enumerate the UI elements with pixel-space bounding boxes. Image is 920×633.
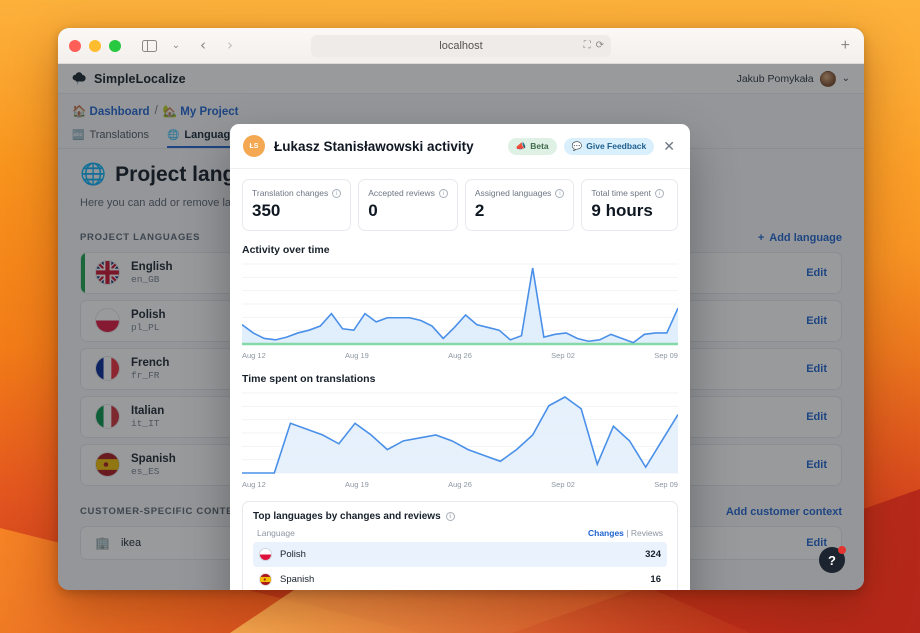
axis-tick-label: Aug 26 [448,351,472,360]
stat-accepted-reviews: Accepted reviews i 0 [358,179,458,231]
axis-tick-label: Aug 12 [242,351,266,360]
app-viewport: SimpleLocalize Jakub Pomykała ⌄ 🏠 Dashbo… [58,64,864,590]
chart-title-activity: Activity over time [242,244,330,256]
chart-time-spent: Aug 12 Aug 19 Aug 26 Sep 02 Sep 09 [242,389,678,489]
forward-button[interactable]: › [218,35,242,57]
reload-icon[interactable]: ⟳ [596,40,604,51]
axis-tick-label: Sep 02 [551,351,575,360]
stat-label: Total time spent [591,188,651,198]
table-row[interactable]: Spanish 16 [253,567,667,590]
stat-value: 9 hours [591,201,653,220]
stat-label: Translation changes [252,188,329,198]
megaphone-icon: 📣 [515,140,527,151]
new-tab-button[interactable]: + [841,37,850,54]
sidebar-toggle-button[interactable] [137,35,161,57]
sidebar-icon [141,39,157,52]
sidebar-chevron-down-icon[interactable]: ⌄ [164,35,188,57]
language-count: 16 [650,574,661,585]
table-row[interactable]: Polish 324 [253,542,667,567]
language-count: 324 [645,549,661,560]
axis-tick-label: Aug 19 [345,351,369,360]
stat-label: Accepted reviews [368,188,435,198]
chart-activity-axis: Aug 12 Aug 19 Aug 26 Sep 02 Sep 09 [242,348,678,360]
chart-activity-over-time: Aug 12 Aug 19 Aug 26 Sep 02 Sep 09 [242,260,678,360]
info-icon[interactable]: i [654,188,664,198]
chart-time-spent-axis: Aug 12 Aug 19 Aug 26 Sep 02 Sep 09 [242,477,678,489]
notification-dot [838,546,846,554]
top-languages-title-text: Top languages by changes and reviews [253,511,441,522]
modal-header: ŁS Łukasz Stanisławowski activity 📣 Beta… [230,124,690,169]
give-feedback-button[interactable]: 💬 Give Feedback [563,137,655,155]
avatar: ŁS [243,135,265,157]
question-mark-icon: ? [828,552,836,568]
stat-translation-changes: Translation changes i 350 [242,179,352,231]
language-name: Spanish [280,574,315,585]
chart-title-time-spent: Time spent on translations [242,373,376,385]
top-languages-card: Top languages by changes and reviews i L… [242,501,678,590]
info-icon[interactable]: i [332,188,342,198]
window-traffic-lights [69,39,121,52]
axis-tick-label: Aug 12 [242,480,266,489]
activity-modal: ŁS Łukasz Stanisławowski activity 📣 Beta… [230,124,690,590]
close-window-button[interactable] [69,39,81,52]
status-badge-beta: 📣 Beta [507,137,557,155]
axis-tick-label: Sep 09 [654,480,678,489]
back-button[interactable]: ‹ [191,35,215,57]
column-header-changes[interactable]: Changes [588,528,624,538]
close-icon[interactable]: ✕ [661,139,677,153]
stat-value: 2 [474,201,485,220]
chart-time-spent-svg [242,392,678,477]
table-header: Language Changes | Reviews [253,528,667,542]
column-header-language: Language [257,528,295,538]
browser-window: ⌄ ‹ › localhost ⛶ ⟳ + SimpleLocalize Jak [58,28,864,590]
column-separator: | [626,528,629,538]
info-icon[interactable]: i [438,188,448,198]
stat-value: 0 [368,201,378,220]
maximize-window-button[interactable] [109,39,121,52]
extensions-icon[interactable]: ⛶ [584,40,591,51]
top-languages-title: Top languages by changes and reviews i [253,511,667,522]
browser-titlebar: ⌄ ‹ › localhost ⛶ ⟳ + [58,28,864,64]
axis-tick-label: Sep 02 [551,480,575,489]
modal-title: Łukasz Stanisławowski activity [274,138,474,154]
minimize-window-button[interactable] [89,39,101,52]
stats-row: Translation changes i 350 Accepted revie… [242,179,678,231]
address-bar[interactable]: localhost ⛶ ⟳ [311,34,611,57]
axis-tick-label: Aug 26 [448,480,472,489]
flag-pl-icon [259,548,272,561]
stat-value: 350 [252,201,281,220]
chat-icon: 💬 [571,140,583,151]
info-icon[interactable]: i [445,512,455,521]
give-feedback-label: Give Feedback [586,141,647,151]
modal-body: Translation changes i 350 Accepted revie… [230,169,690,590]
column-header-reviews[interactable]: Reviews [631,528,663,538]
axis-tick-label: Aug 19 [345,480,369,489]
stat-assigned-languages: Assigned languages i 2 [464,179,575,231]
info-icon[interactable]: i [555,188,565,198]
badge-beta-label: Beta [530,141,549,151]
help-button[interactable]: ? [819,546,846,573]
stat-label: Assigned languages [474,188,552,198]
axis-tick-label: Sep 09 [654,351,678,360]
chart-activity-svg [242,263,678,346]
address-bar-text: localhost [439,39,483,52]
language-name: Polish [280,549,306,560]
stat-total-time-spent: Total time spent i 9 hours [581,179,678,231]
flag-es-icon [259,573,272,586]
